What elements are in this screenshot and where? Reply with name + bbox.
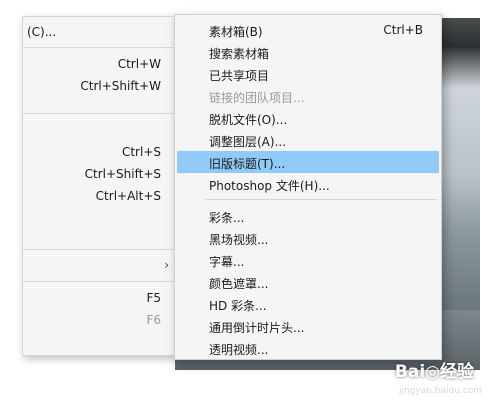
- submenu-item-label: 搜索素材箱: [209, 47, 270, 61]
- submenu-item-photoshop-file[interactable]: Photoshop 文件(H)...: [177, 173, 439, 195]
- submenu-item-label: 链接的团队项目...: [209, 91, 305, 105]
- shortcut-label: Ctrl+S: [121, 145, 161, 159]
- submenu-item-label: 已共享项目: [209, 69, 270, 83]
- submenu-item-label: 颜色遮罩...: [209, 277, 269, 291]
- shortcut-label: Ctrl+Shift+S: [84, 167, 161, 181]
- submenu-item-bin[interactable]: 素材箱(B) Ctrl+B: [177, 19, 439, 41]
- submenu-item-transparent-video[interactable]: 透明视频...: [177, 337, 439, 359]
- submenu-item-label: 旧版标题(T)...: [209, 157, 286, 171]
- submenu-item-label: 黑场视频...: [209, 233, 269, 247]
- submenu-item-color-matte[interactable]: 颜色遮罩...: [177, 271, 439, 293]
- file-menu: (C)... Ctrl+W Ctrl+Shift+W Ctrl+S Ctrl+S…: [22, 16, 176, 356]
- submenu-item-adjustment-layer[interactable]: 调整图层(A)...: [177, 129, 439, 151]
- menu-separator: [23, 249, 175, 250]
- submenu-item-label: 透明视频...: [209, 343, 269, 357]
- watermark-logo: Bai◎经验: [394, 362, 474, 382]
- menu-item-f5[interactable]: F5: [23, 287, 175, 309]
- watermark-url: jingyan.baidu.com: [398, 386, 482, 396]
- submenu-item-label: 素材箱(B): [209, 25, 263, 39]
- submenu-item-label: HD 彩条...: [209, 299, 267, 313]
- shortcut-label: F6: [146, 313, 161, 327]
- menu-item-close-project[interactable]: Ctrl+Shift+W: [23, 75, 175, 97]
- menu-separator: [23, 113, 175, 114]
- submenu-item-label: 调整图层(A)...: [209, 135, 287, 149]
- submenu-item-team-project[interactable]: 链接的团队项目...: [177, 85, 439, 107]
- menu-item-f6[interactable]: F6: [23, 309, 175, 331]
- submenu-item-legacy-title[interactable]: 旧版标题(T)...: [177, 151, 439, 173]
- submenu-item-bars-tone[interactable]: 彩条...: [177, 205, 439, 227]
- submenu-item-offline-file[interactable]: 脱机文件(O)...: [177, 107, 439, 129]
- menu-item-close[interactable]: Ctrl+W: [23, 53, 175, 75]
- menu-item-save-copy[interactable]: Ctrl+Alt+S: [23, 185, 175, 207]
- shortcut-label: Ctrl+Alt+S: [95, 189, 161, 203]
- menu-item-save-as[interactable]: Ctrl+Shift+S: [23, 163, 175, 185]
- shortcut-label: F5: [146, 291, 161, 305]
- submenu-item-label: 通用倒计时片头...: [209, 321, 305, 335]
- menu-separator: [23, 47, 175, 48]
- menu-item-top[interactable]: (C)...: [23, 21, 175, 43]
- chevron-right-icon: ›: [164, 258, 169, 272]
- submenu-item-label: 彩条...: [209, 211, 245, 225]
- submenu-item-label: 脱机文件(O)...: [209, 113, 288, 127]
- submenu-item-search-bin[interactable]: 搜索素材箱: [177, 41, 439, 63]
- shortcut-label: Ctrl+W: [117, 57, 161, 71]
- menu-separator: [23, 281, 175, 282]
- menu-item-top-label: (C)...: [27, 25, 57, 39]
- menu-separator: [205, 199, 437, 200]
- submenu-item-label: 字幕...: [209, 255, 245, 269]
- submenu-item-captions[interactable]: 字幕...: [177, 249, 439, 271]
- menu-item-new-submenu[interactable]: ›: [23, 255, 175, 277]
- submenu-item-black-video[interactable]: 黑场视频...: [177, 227, 439, 249]
- submenu-item-countdown-leader[interactable]: 通用倒计时片头...: [177, 315, 439, 337]
- new-submenu: 素材箱(B) Ctrl+B 搜索素材箱 已共享项目 链接的团队项目... 脱机文…: [174, 14, 442, 360]
- submenu-item-hd-bars[interactable]: HD 彩条...: [177, 293, 439, 315]
- menu-item-save[interactable]: Ctrl+S: [23, 141, 175, 163]
- shortcut-label: Ctrl+B: [383, 23, 423, 37]
- shortcut-label: Ctrl+Shift+W: [80, 79, 161, 93]
- submenu-item-shared-project[interactable]: 已共享项目: [177, 63, 439, 85]
- submenu-item-label: Photoshop 文件(H)...: [209, 179, 330, 193]
